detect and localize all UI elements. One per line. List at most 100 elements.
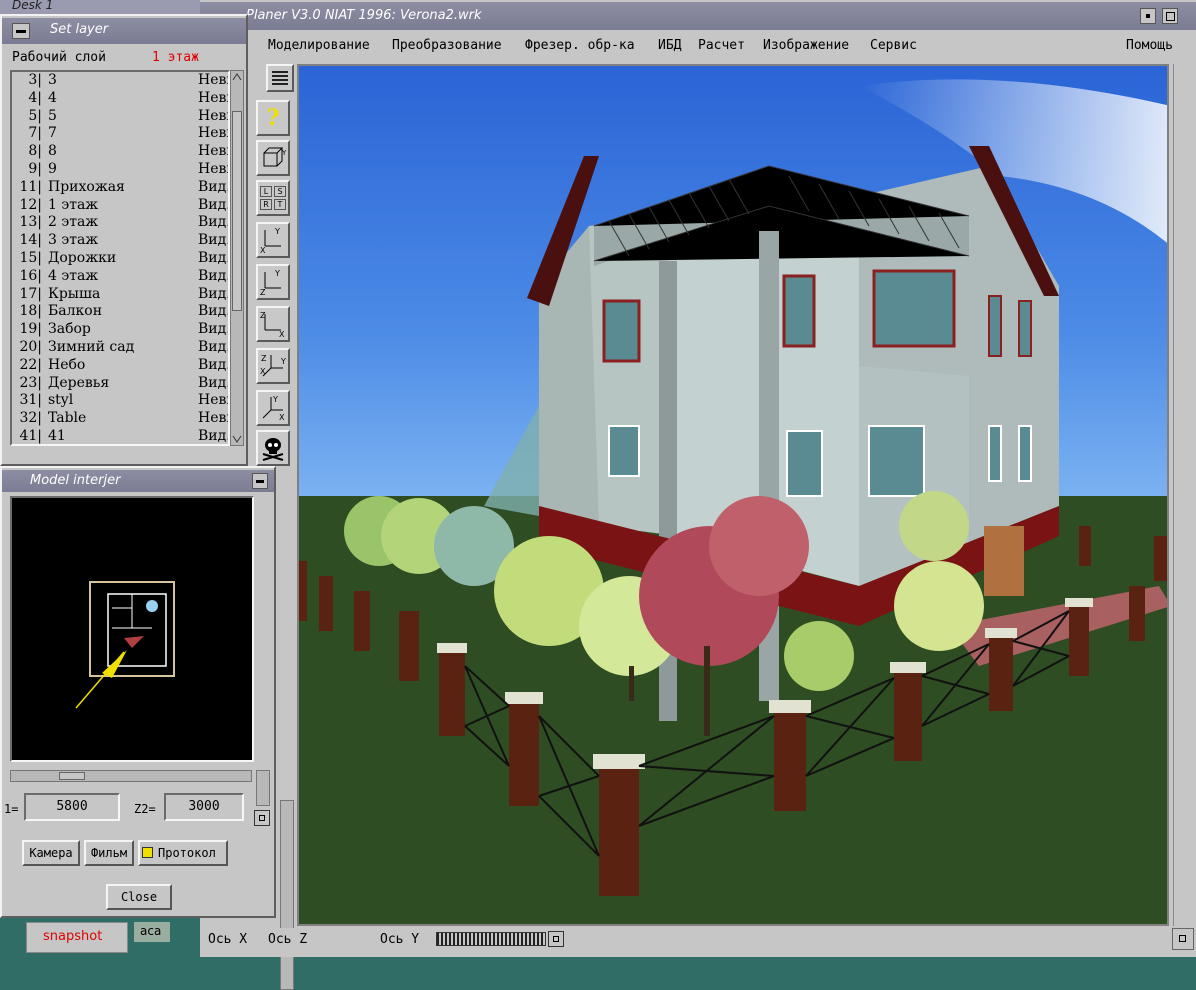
layer-list[interactable]: 3| 3 Неви 4| 4 Неви 5| 5 Неви 7| 7 Неви 8| 8 Неви 9| 9 Не… (10, 70, 230, 446)
plan-preview[interactable] (10, 496, 254, 762)
scroll-thumb[interactable] (59, 772, 85, 780)
layer-visibility[interactable]: Вид. (198, 197, 228, 213)
scroll-thumb[interactable] (232, 111, 242, 311)
render-viewport[interactable] (297, 64, 1169, 926)
layer-row[interactable]: 12| 1 этаж Вид. (12, 197, 228, 215)
view-zyx-button[interactable]: Z Y X (256, 348, 290, 384)
skull-tool-button[interactable] (256, 430, 290, 466)
menu-modeling[interactable]: Моделирование (268, 38, 370, 53)
layer-visibility[interactable]: Неви (198, 72, 228, 88)
layer-row[interactable]: 17| Крыша Вид. (12, 286, 228, 304)
view-xy-button[interactable]: YX (256, 222, 290, 258)
layer-visibility[interactable]: Неви (198, 410, 228, 426)
layer-row[interactable]: 23| Деревья Вид. (12, 375, 228, 393)
tool-palette-scroll[interactable] (280, 800, 294, 990)
layer-visibility[interactable]: Неви (198, 108, 228, 124)
layer-row[interactable]: 31| styl Неви (12, 392, 228, 410)
layer-row[interactable]: 5| 5 Неви (12, 108, 228, 126)
main-title-bar[interactable]: Planer V3.0 NIAT 1996: Verona2.wrk (200, 2, 1196, 30)
model-interjer-title-bar[interactable]: Model interjer (2, 470, 274, 492)
snapshot-button[interactable]: snapshot (26, 922, 128, 953)
layer-visibility[interactable]: Вид. (198, 286, 228, 302)
layer-row[interactable]: 13| 2 этаж Вид. (12, 214, 228, 232)
corner-button[interactable] (1172, 928, 1194, 950)
layer-row[interactable]: 22| Небо Вид. (12, 357, 228, 375)
corner-button[interactable] (254, 810, 270, 826)
help-tool-button[interactable]: ? (256, 100, 290, 136)
layer-visibility[interactable]: Вид. (198, 179, 228, 195)
plan-vertical-scroll[interactable] (256, 770, 270, 806)
menu-transform[interactable]: Преобразование (392, 38, 502, 53)
axis-y-slider-end-button[interactable] (548, 931, 564, 947)
menu-help[interactable]: Помощь (1126, 38, 1173, 53)
checkbox-indicator[interactable] (142, 847, 153, 858)
layer-name: 9 (48, 161, 57, 177)
layer-visibility[interactable]: Вид. (198, 339, 228, 355)
layer-row[interactable]: 7| 7 Неви (12, 125, 228, 143)
layer-visibility[interactable]: Вид. (198, 232, 228, 248)
axis-x-label[interactable]: Ось X (208, 932, 247, 947)
desk-label[interactable]: Desk 1 (12, 0, 53, 12)
layer-visibility[interactable]: Неви (198, 90, 228, 106)
z2-field[interactable]: 3000 (164, 793, 244, 821)
layer-row[interactable]: 20| Зимний сад Вид. (12, 339, 228, 357)
close-button[interactable]: Close (106, 884, 172, 910)
axes-zyx-icon: Z Y X (260, 354, 286, 377)
maximize-button[interactable] (1162, 8, 1178, 24)
layer-row[interactable]: 32| Table Неви (12, 410, 228, 428)
layer-row[interactable]: 3| 3 Неви (12, 72, 228, 90)
layer-row[interactable]: 4| 4 Неви (12, 90, 228, 108)
camera-button[interactable]: Камера (22, 840, 80, 866)
view-lsrt-button[interactable]: L S R T (256, 180, 290, 216)
layer-visibility[interactable]: Неви (198, 161, 228, 177)
layer-visibility[interactable]: Вид. (198, 321, 228, 337)
layer-row[interactable]: 14| 3 этаж Вид. (12, 232, 228, 250)
axis-y-label[interactable]: Ось Y (380, 932, 419, 947)
view-3d-cube-button[interactable]: Y (256, 140, 290, 176)
working-layer-value[interactable]: 1 этаж (152, 50, 199, 65)
view-zy-button[interactable]: YZ (256, 264, 290, 300)
layer-list-scrollbar[interactable] (230, 70, 244, 446)
layer-visibility[interactable]: Вид. (198, 268, 228, 284)
menu-milling[interactable]: Фрезер. обр-ка (525, 38, 635, 53)
layer-row[interactable]: 19| Забор Вид. (12, 321, 228, 339)
layer-visibility[interactable]: Вид. (198, 303, 228, 319)
menu-calc[interactable]: Расчет (698, 38, 745, 53)
menu-image[interactable]: Изображение (763, 38, 849, 53)
layer-row[interactable]: 18| Балкон Вид. (12, 303, 228, 321)
layer-row[interactable]: 9| 9 Неви (12, 161, 228, 179)
layer-row[interactable]: 11| Прихожая Вид. (12, 179, 228, 197)
viewport-vertical-scroll[interactable] (1173, 64, 1193, 926)
layer-visibility[interactable]: Вид. (198, 375, 228, 391)
model-interjer-title: Model interjer (30, 473, 121, 488)
layer-row[interactable]: 41| 41 Вид. (12, 428, 228, 444)
window-menu-button[interactable] (252, 473, 268, 489)
layer-visibility[interactable]: Неви (198, 392, 228, 408)
axis-z-label[interactable]: Ось Z (268, 932, 307, 947)
view-zx-button[interactable]: ZX (256, 306, 290, 342)
menu-service[interactable]: Сервис (870, 38, 917, 53)
protocol-toggle[interactable]: Протокол (138, 840, 228, 866)
layer-visibility[interactable]: Вид. (198, 214, 228, 230)
layer-row[interactable]: 8| 8 Неви (12, 143, 228, 161)
layer-visibility[interactable]: Вид. (198, 250, 228, 266)
window-menu-button[interactable] (12, 23, 30, 39)
layers-tool-button[interactable] (266, 64, 294, 92)
axis-y-slider[interactable] (436, 932, 546, 946)
layer-row[interactable]: 16| 4 этаж Вид. (12, 268, 228, 286)
layer-visibility[interactable]: Вид. (198, 357, 228, 373)
scroll-up-icon[interactable] (231, 71, 243, 83)
z1-field[interactable]: 5800 (24, 793, 120, 821)
scroll-down-icon[interactable] (231, 433, 243, 445)
plan-horizontal-scroll[interactable] (10, 770, 252, 782)
layer-row[interactable]: 15| Дорожки Вид. (12, 250, 228, 268)
layer-visibility[interactable]: Неви (198, 143, 228, 159)
aca-window-tab[interactable]: aca (134, 922, 170, 942)
set-layer-title-bar[interactable]: Set layer (2, 18, 246, 44)
layer-visibility[interactable]: Вид. (198, 428, 228, 444)
layer-visibility[interactable]: Неви (198, 125, 228, 141)
menu-ibd[interactable]: ИБД (658, 38, 681, 53)
film-button[interactable]: Фильм (84, 840, 134, 866)
minimize-button[interactable] (1140, 8, 1156, 24)
view-xzy-button[interactable]: YX (256, 390, 290, 426)
